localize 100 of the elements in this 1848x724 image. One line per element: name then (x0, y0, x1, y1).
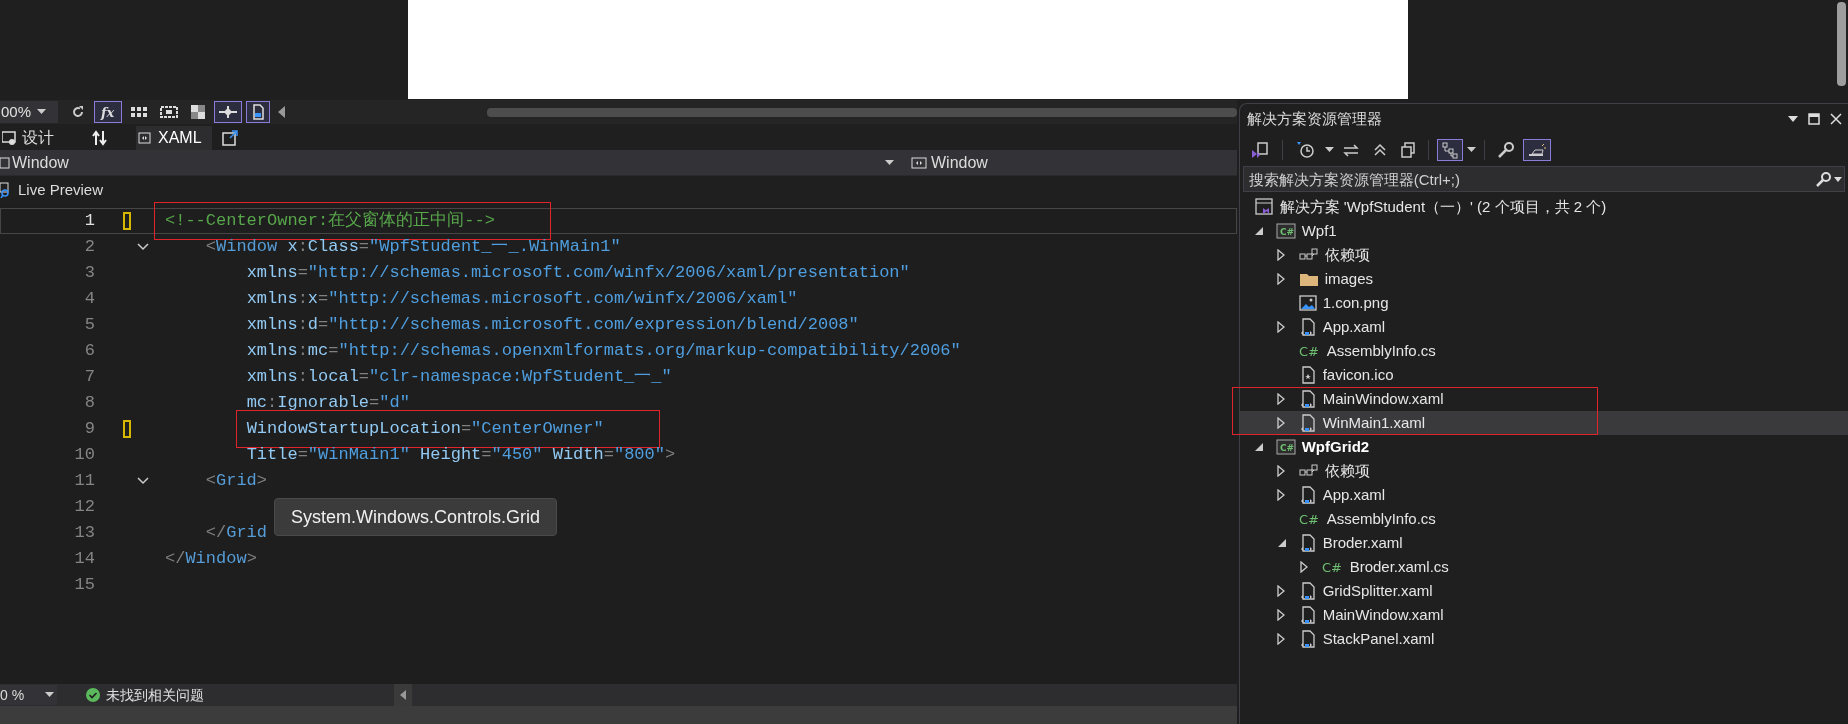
tree-row[interactable]: C# WpfGrid2 (1239, 435, 1848, 459)
dropdown-caret-icon[interactable] (1834, 176, 1842, 182)
monitor-icon (2, 131, 16, 145)
code-line: WindowStartupLocation="CenterOwner" (246, 416, 604, 442)
tree-row[interactable]: MainWindow.xaml (1239, 387, 1848, 411)
device-icon[interactable] (246, 101, 270, 123)
tree-item-label: images (1324, 268, 1373, 289)
element-icon (0, 155, 10, 170)
line-number: 15 (73, 574, 95, 597)
csharp-file-icon: C# (1298, 512, 1321, 526)
tree-row[interactable]: 解决方案 'WpfStudent（一）' (2 个项目，共 2 个) (1239, 195, 1848, 219)
tree-item-label: WinMain1.xaml (1322, 412, 1426, 433)
tree-item-label: Wpf1 (1301, 220, 1337, 241)
tree-item-label: Broder.xaml (1322, 532, 1403, 553)
tree-row[interactable]: images (1239, 267, 1848, 291)
tree-item-label: MainWindow.xaml (1322, 604, 1444, 625)
tree-item-label: App.xaml (1322, 484, 1386, 505)
live-preview-button[interactable]: Live Preview (0, 178, 104, 202)
dependencies-icon (1298, 248, 1319, 262)
line-number: 2 (83, 236, 95, 259)
code-line: <Window x:Class="WpfStudent_一_.WinMain1" (205, 236, 621, 259)
code-line: Title="WinMain1" Height="450" Width="800"> (246, 444, 676, 467)
tree-view-icon[interactable] (1436, 139, 1463, 161)
code-line: </Window> (165, 548, 257, 571)
vertical-scrollbar[interactable] (1837, 2, 1846, 86)
code-line: xmlns:local="clr-namespace:WpfStudent_一_" (246, 366, 672, 389)
csharp-project-icon: C# (1275, 439, 1296, 455)
tree-row[interactable]: App.xaml (1239, 315, 1848, 339)
tree-item-label: AssemblyInfo.cs (1326, 340, 1436, 361)
close-icon[interactable] (1830, 113, 1842, 125)
tree-row[interactable]: C# AssemblyInfo.cs (1239, 507, 1848, 531)
pen-icon[interactable] (1522, 139, 1551, 161)
dropdown-caret-icon[interactable] (1324, 147, 1334, 153)
tree-item-label: MainWindow.xaml (1322, 388, 1444, 409)
tree-row[interactable]: StackPanel.xaml (1239, 627, 1848, 651)
line-number: 5 (83, 314, 95, 337)
tree-row[interactable]: favicon.ico (1239, 363, 1848, 387)
csharp-file-icon: C# (1298, 344, 1321, 358)
tree-item-label: favicon.ico (1322, 364, 1394, 385)
tree-row[interactable]: 依赖项 (1239, 459, 1848, 483)
line-number: 14 (73, 548, 95, 571)
view-tab[interactable]: 设计 (0, 126, 64, 150)
image-file-icon (1298, 295, 1317, 311)
folder-icon (1298, 271, 1319, 287)
code-line: xmlns:mc="http://schemas.openxmlformats.org/markup-compatibility/2006" (246, 340, 961, 363)
code-line: xmlns:x="http://schemas.microsoft.com/winfx/2006/xaml" (246, 288, 798, 311)
scroll-left-icon[interactable] (394, 684, 412, 706)
tree-item-label: App.xaml (1322, 316, 1386, 337)
line-number: 12 (73, 496, 95, 519)
tree-row[interactable]: C# Broder.xaml.cs (1239, 555, 1848, 579)
code-tag-icon (138, 131, 152, 145)
zoom-dropdown[interactable]: 00% (0, 101, 58, 123)
line-number: 11 (73, 470, 95, 493)
line-number: 3 (83, 262, 95, 285)
csharp-file-icon: C# (1321, 560, 1344, 574)
tree-item-label: 依赖项 (1324, 460, 1370, 481)
search-icon[interactable] (1816, 171, 1832, 187)
code-line: </Grid (205, 522, 268, 545)
element-icon (911, 156, 927, 169)
element-dropdown[interactable]: Window (911, 150, 1231, 175)
check-circle-icon (86, 688, 100, 702)
tree-item-label: AssemblyInfo.cs (1326, 508, 1436, 529)
maximize-icon[interactable] (1808, 113, 1820, 125)
tree-row[interactable]: WinMain1.xaml (1239, 411, 1848, 435)
zoom-dropdown[interactable]: 0 % (0, 685, 57, 705)
tree-row[interactable]: MainWindow.xaml (1239, 603, 1848, 627)
dropdown-caret-icon[interactable] (45, 692, 54, 698)
tree-row[interactable]: GridSplitter.xaml (1239, 579, 1848, 603)
dropdown-caret-icon[interactable] (885, 159, 894, 166)
tree-item-label: Broder.xaml.cs (1349, 556, 1449, 577)
line-number: 4 (83, 288, 95, 311)
scroll-left-icon[interactable] (278, 106, 286, 118)
line-number: 10 (73, 444, 95, 467)
panel-title: 解决方案资源管理器 (1246, 108, 1382, 129)
fx-icon[interactable]: fx (94, 101, 122, 123)
dropdown-caret-icon[interactable] (1466, 147, 1476, 153)
horizontal-scrollbar[interactable] (486, 107, 1237, 117)
line-number: 7 (83, 366, 95, 389)
tooltip: System.Windows.Controls.Grid (274, 498, 558, 536)
code-line: <Grid> (205, 470, 268, 493)
crosshair-icon[interactable] (214, 101, 242, 123)
dropdown-caret-icon[interactable] (37, 109, 47, 115)
tree-item-label: 依赖项 (1324, 244, 1370, 265)
tree-row[interactable]: C# AssemblyInfo.cs (1239, 339, 1848, 363)
dependencies-icon (1298, 464, 1319, 478)
csharp-project-icon: C# (1275, 223, 1296, 239)
solution-icon (1253, 198, 1274, 216)
view-tab[interactable]: XAML (136, 126, 212, 150)
tree-row[interactable]: 依赖项 (1239, 243, 1848, 267)
tree-row[interactable]: Broder.xaml (1239, 531, 1848, 555)
tree-row[interactable]: 1.con.png (1239, 291, 1848, 315)
status-message: 未找到相关问题 (106, 685, 204, 705)
dropdown-caret-icon[interactable] (1788, 116, 1798, 122)
tree-row[interactable]: App.xaml (1239, 483, 1848, 507)
tree-item-label: WpfGrid2 (1301, 436, 1370, 457)
element-dropdown[interactable]: Window (0, 150, 902, 175)
line-number: 6 (83, 340, 95, 363)
line-number: 13 (73, 522, 95, 545)
tree-row[interactable]: C# Wpf1 (1239, 219, 1848, 243)
tree-item-label: 解决方案 'WpfStudent（一）' (2 个项目，共 2 个) (1279, 196, 1607, 217)
